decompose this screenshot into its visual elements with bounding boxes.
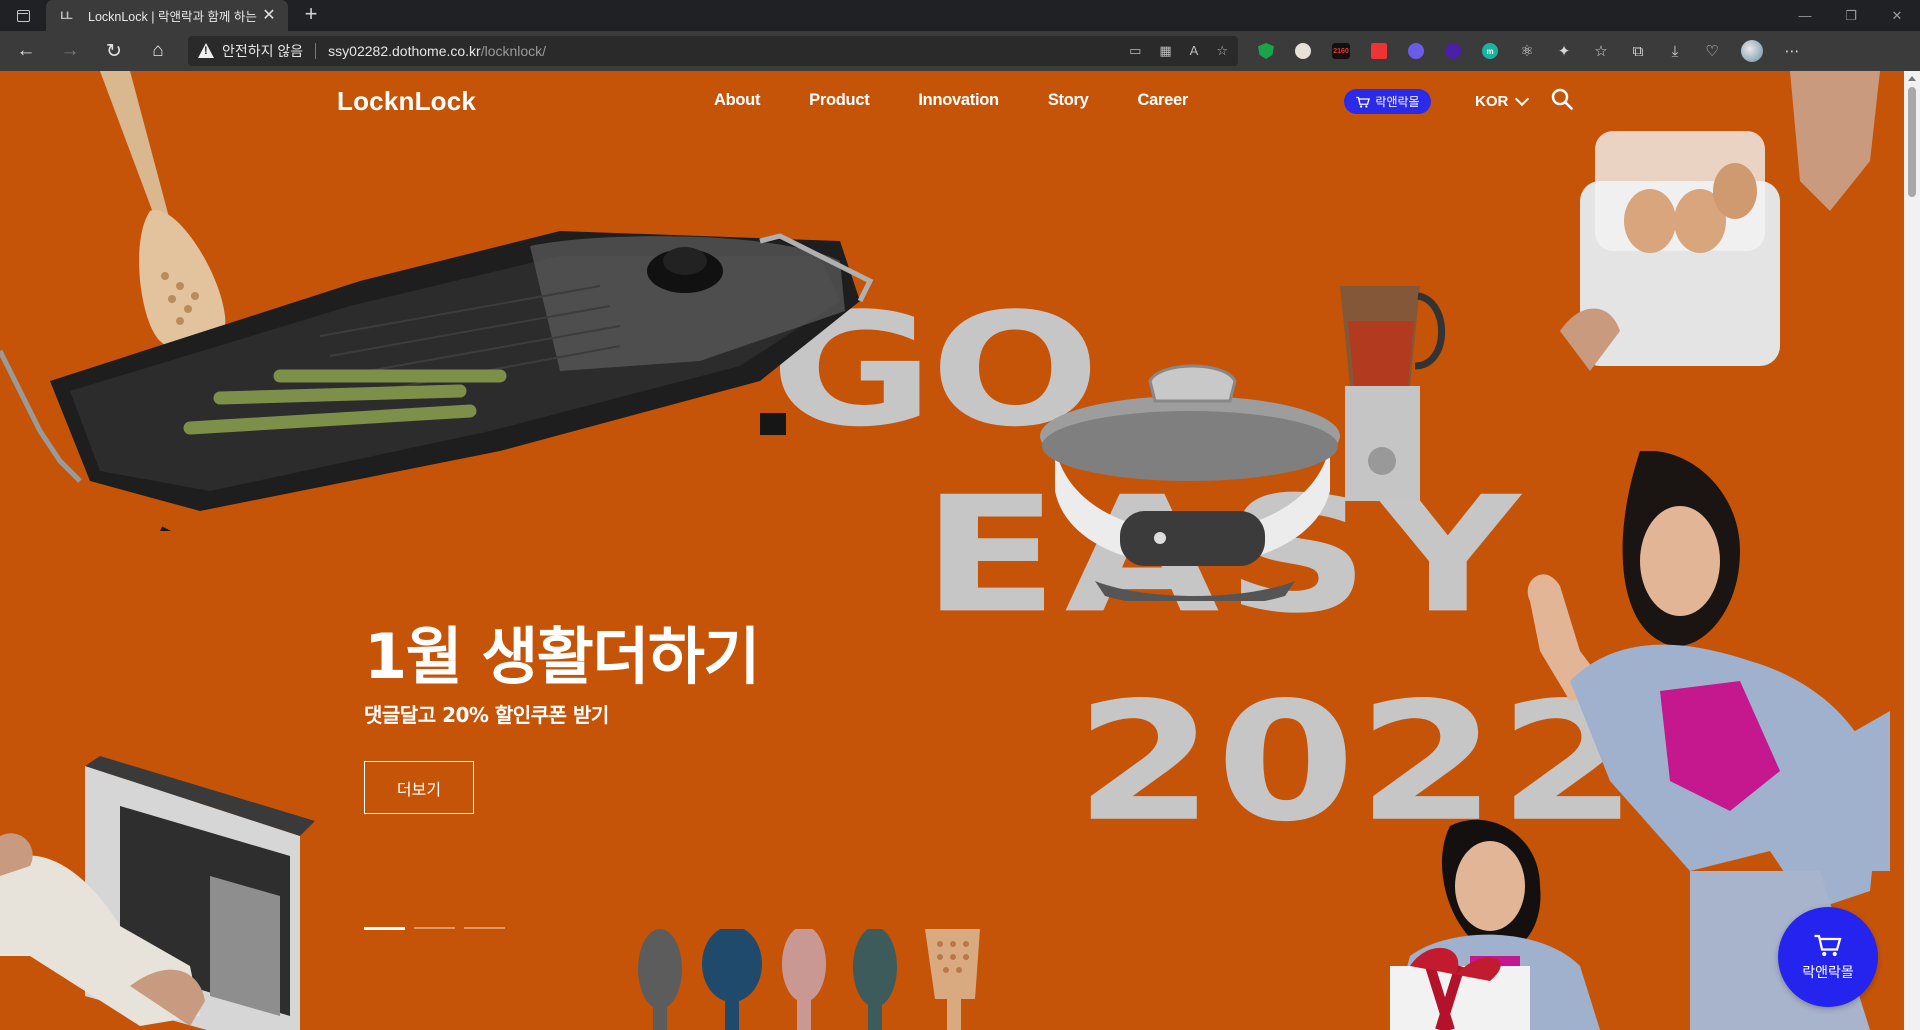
nav-career[interactable]: Career: [1138, 91, 1189, 110]
tab-title: LocknLock | 락앤락과 함께 하는: [88, 10, 257, 24]
hero-title: 1월 생활더하기: [364, 620, 760, 693]
nav-product[interactable]: Product: [809, 91, 870, 110]
new-tab-button[interactable]: +: [294, 0, 328, 31]
url-path: /locknlock/: [480, 43, 547, 59]
browser-essentials-icon[interactable]: ♡: [1704, 42, 1720, 60]
tab-close-icon[interactable]: ✕: [260, 7, 278, 25]
picture-in-picture-icon[interactable]: [1371, 43, 1387, 59]
nav-innovation[interactable]: Innovation: [918, 91, 999, 110]
address-bar[interactable]: 안전하지 않음 ssy02282.dothome.co.kr/locknlock…: [188, 36, 1238, 66]
window-controls: — ❐ ✕: [1782, 0, 1920, 31]
restore-button[interactable]: ❐: [1828, 0, 1874, 31]
window-close-button[interactable]: ✕: [1874, 0, 1920, 31]
read-aloud-icon[interactable]: A: [1190, 43, 1199, 59]
react-devtools-icon[interactable]: ⚛: [1519, 42, 1535, 60]
reload-button[interactable]: ↻: [96, 35, 132, 67]
home-button[interactable]: ⌂: [140, 35, 176, 67]
security-label[interactable]: 안전하지 않음: [222, 41, 303, 61]
nav-about[interactable]: About: [714, 91, 760, 110]
egg-cooker-image: [1560, 71, 1880, 371]
profile-avatar[interactable]: [1741, 40, 1763, 62]
tab-active[interactable]: LL LocknLock | 락앤락과 함께 하는 ✕: [46, 0, 288, 31]
site-favicon-icon: LL: [60, 9, 72, 22]
more-button[interactable]: 더보기: [364, 761, 474, 814]
blender-image: [1340, 286, 1446, 501]
address-separator: [315, 43, 317, 59]
nav-story[interactable]: Story: [1048, 91, 1089, 110]
hero-subtitle: 댓글달고 20% 할인쿠폰 받기: [364, 703, 609, 727]
minimize-button[interactable]: —: [1782, 0, 1828, 31]
tab-actions-button[interactable]: [0, 0, 46, 31]
back-button[interactable]: ←: [8, 35, 44, 67]
download-extension-icon[interactable]: [1445, 43, 1461, 59]
site-logo[interactable]: LocknLock: [337, 86, 476, 117]
slide-pager: [364, 926, 505, 930]
extension-bar: 2160 m ⚛ ✦ ☆ ⧉ ⤓ ♡ ⋯: [1258, 40, 1800, 62]
add-favorite-icon[interactable]: ☆: [1216, 43, 1228, 59]
shield-extension-icon[interactable]: [1258, 43, 1274, 59]
tab-actions-icon: [16, 9, 30, 22]
electric-pot-image: [1040, 364, 1340, 601]
main-navigation: About Product Innovation Story Career: [714, 91, 1237, 110]
slide-indicator[interactable]: [414, 927, 455, 929]
tab-strip: LL LocknLock | 락앤락과 함께 하는 ✕ + — ❐ ✕: [0, 0, 1920, 31]
address-bar-actions: ▭ ▦ A ☆: [1129, 43, 1228, 59]
search-icon[interactable]: [1551, 88, 1573, 110]
m-extension-icon[interactable]: m: [1482, 43, 1498, 59]
utensils-image: [638, 929, 980, 1030]
mall-link-label: 락앤락몰: [1375, 95, 1420, 109]
browser-window: LL LocknLock | 락앤락과 함께 하는 ✕ + — ❐ ✕ ← → …: [0, 0, 1920, 1030]
url-host: ssy02282.dothome.co.kr: [328, 43, 481, 59]
chevron-down-icon: [1515, 91, 1530, 107]
collections-icon[interactable]: ⧉: [1630, 43, 1646, 60]
floating-mall-label: 락앤락몰: [1802, 964, 1854, 981]
grill-pan-image: [0, 71, 874, 531]
scrollbar-thumb[interactable]: [1908, 87, 1916, 197]
owl-extension-icon[interactable]: [1295, 43, 1311, 59]
favorites-icon[interactable]: ☆: [1593, 42, 1609, 60]
cart-icon: [1356, 96, 1371, 108]
qr-code-icon[interactable]: ▦: [1159, 43, 1171, 59]
mall-link-button[interactable]: 락앤락몰: [1344, 89, 1431, 114]
floating-mall-button[interactable]: 락앤락몰: [1778, 907, 1878, 1007]
scroll-up-arrow[interactable]: [1908, 76, 1916, 81]
slide-indicator[interactable]: [364, 926, 405, 930]
language-label: KOR: [1475, 93, 1509, 110]
warning-icon[interactable]: [198, 43, 214, 59]
cart-icon: [1814, 934, 1842, 956]
slide-indicator[interactable]: [464, 927, 505, 929]
resolution-extension-icon[interactable]: 2160: [1332, 43, 1350, 59]
web-page: GO EASY 2022: [0, 71, 1904, 1030]
app-available-icon[interactable]: ▭: [1129, 43, 1141, 59]
forward-button[interactable]: →: [52, 35, 88, 67]
color-picker-extension-icon[interactable]: [1408, 43, 1424, 59]
settings-menu-icon[interactable]: ⋯: [1784, 42, 1800, 60]
woman-gift-image: [1390, 819, 1600, 1030]
downloads-icon[interactable]: ⤓: [1667, 43, 1683, 60]
page-scrollbar[interactable]: [1904, 71, 1920, 1030]
knife-block-image: [0, 756, 315, 1030]
extensions-icon[interactable]: ✦: [1556, 42, 1572, 60]
language-selector[interactable]: KOR: [1475, 91, 1530, 110]
browser-toolbar: ← → ↻ ⌂ 안전하지 않음 ssy02282.dothome.co.kr/l…: [0, 31, 1920, 71]
